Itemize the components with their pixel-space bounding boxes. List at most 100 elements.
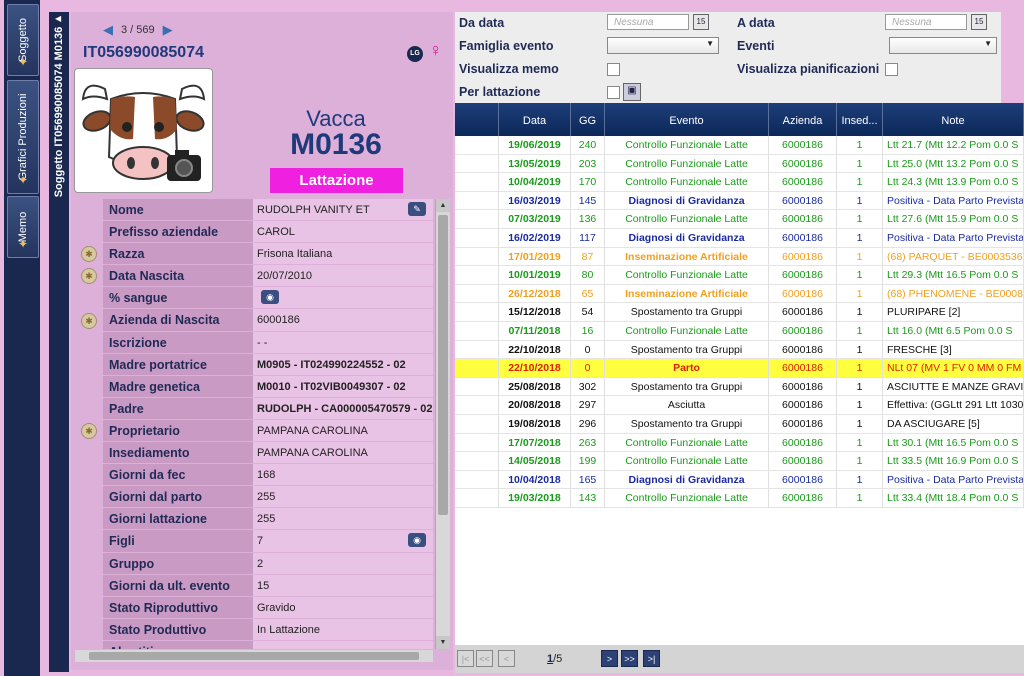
vitruvian-icon[interactable]: ✱ — [81, 268, 97, 285]
row-select-cell[interactable] — [455, 247, 499, 266]
col-header-note[interactable]: Note — [883, 103, 1024, 136]
collapse-arrow-icon[interactable]: ◀ — [55, 14, 61, 23]
edit-icon[interactable]: ✎ — [408, 202, 426, 216]
lattazione-checkbox[interactable] — [607, 86, 620, 99]
row-select-cell[interactable] — [455, 377, 499, 396]
table-row[interactable]: 14/05/2018 199 Controllo Funzionale Latte 6… — [455, 452, 1024, 471]
cell-gg: 117 — [571, 228, 605, 247]
tab-grafici-produzioni[interactable]: Grafici Produzioni ✦ — [7, 80, 39, 194]
property-row: Stato Produttivo In Lattazione — [75, 618, 433, 641]
famiglia-select[interactable] — [607, 37, 719, 54]
tab-soggetto[interactable]: Soggetto ✦ — [7, 4, 39, 76]
memo-checkbox[interactable] — [607, 63, 620, 76]
scroll-thumb[interactable] — [438, 215, 448, 515]
table-row[interactable]: 19/06/2019 240 Controllo Funzionale Latte 6… — [455, 136, 1024, 155]
table-row[interactable]: 19/08/2018 296 Spostamento tra Gruppi 60001… — [455, 414, 1024, 434]
table-row[interactable]: 15/12/2018 54 Spostamento tra Gruppi 600018… — [455, 303, 1024, 322]
eye-icon[interactable]: ◉ — [261, 290, 279, 305]
cow-photo[interactable] — [74, 68, 213, 193]
cell-note: ASCIUTTE E MANZE GRAVIDE — [883, 377, 1024, 396]
last-page-button[interactable]: >| — [643, 650, 660, 667]
pianificazioni-checkbox[interactable] — [885, 63, 898, 76]
table-row[interactable]: 25/08/2018 302 Spostamento tra Gruppi 60001… — [455, 377, 1024, 397]
table-row[interactable]: 22/10/2018 0 Parto 6000186 1 NLt 07 (MV 1 FV … — [455, 359, 1024, 378]
cell-gg: 203 — [571, 154, 605, 173]
table-row[interactable]: 07/03/2019 136 Controllo Funzionale Latte 6… — [455, 210, 1024, 229]
vitruvian-icon[interactable]: ✱ — [81, 246, 97, 263]
row-select-cell[interactable] — [455, 173, 499, 191]
calendar-icon[interactable]: 15 — [971, 14, 987, 30]
table-row[interactable]: 20/08/2018 297 Asciutta 6000186 1 Effettiva: … — [455, 396, 1024, 415]
col-header-gg[interactable]: GG — [571, 103, 605, 136]
eye-icon[interactable]: ◉ — [408, 533, 426, 548]
cell-azienda: 6000186 — [769, 136, 837, 154]
scroll-up-icon[interactable]: ▲ — [436, 199, 450, 212]
row-select-cell[interactable] — [455, 191, 499, 210]
table-row[interactable]: 10/01/2019 80 Controllo Funzionale Latte 60… — [455, 266, 1024, 285]
table-row[interactable]: 10/04/2019 170 Controllo Funzionale Latte 6… — [455, 173, 1024, 192]
table-row[interactable]: 13/05/2019 203 Controllo Funzionale Latte 6… — [455, 154, 1024, 174]
property-icon-cell: ✱ — [75, 309, 103, 331]
table-row[interactable]: 10/04/2018 165 Diagnosi di Gravidanza 60001… — [455, 470, 1024, 490]
table-row[interactable]: 22/10/2018 0 Spostamento tra Gruppi 6000186… — [455, 340, 1024, 360]
tab-memo[interactable]: Memo ✦ — [7, 196, 39, 258]
row-select-cell[interactable] — [455, 321, 499, 340]
row-select-cell[interactable] — [455, 266, 499, 284]
printer-icon[interactable]: ▣ — [623, 83, 641, 101]
row-select-cell[interactable] — [455, 396, 499, 414]
prev-page-button[interactable]: < — [498, 650, 515, 667]
property-label: Giorni lattazione — [103, 508, 253, 531]
property-value-text: 20/07/2010 — [257, 270, 313, 283]
table-row[interactable]: 19/03/2018 143 Controllo Funzionale Latte 6… — [455, 489, 1024, 508]
property-value-text: 255 — [257, 513, 276, 526]
row-select-cell[interactable] — [455, 136, 499, 154]
cell-data: 10/04/2019 — [499, 173, 571, 191]
properties-list: Nome RUDOLPH VANITY ET ✎ Prefisso aziendale… — [75, 199, 433, 649]
table-row[interactable]: 17/07/2018 263 Controllo Funzionale Latte 6… — [455, 433, 1024, 453]
next-record-icon[interactable]: ▶ — [163, 22, 173, 38]
row-select-cell[interactable] — [455, 210, 499, 228]
prev-block-button[interactable]: << — [476, 650, 493, 667]
table-row[interactable]: 07/11/2018 16 Controllo Funzionale Latte 60… — [455, 321, 1024, 341]
property-value: 168 — [253, 464, 433, 487]
a-data-input[interactable]: Nessuna — [885, 14, 967, 30]
property-icon-cell — [75, 398, 103, 420]
row-select-cell[interactable] — [455, 284, 499, 303]
next-block-button[interactable]: >> — [621, 650, 638, 667]
next-page-button[interactable]: > — [601, 650, 618, 667]
property-value: 6000186 — [253, 309, 433, 332]
row-select-cell[interactable] — [455, 154, 499, 173]
col-header-evento[interactable]: Evento — [605, 103, 769, 136]
prev-record-icon[interactable]: ◀ — [103, 22, 113, 38]
properties-hscrollbar[interactable] — [75, 650, 433, 662]
row-select-cell[interactable] — [455, 470, 499, 489]
table-row[interactable]: 26/12/2018 65 Inseminazione Artificiale 600… — [455, 284, 1024, 304]
property-value: M0010 - IT02VIB0049307 - 02 — [253, 375, 433, 398]
subject-title-strip[interactable]: ◀ Soggetto IT056990085074 M0136 — [49, 12, 69, 672]
vitruvian-icon[interactable]: ✱ — [81, 312, 97, 329]
table-row[interactable]: 16/03/2019 145 Diagnosi di Gravidanza 60001… — [455, 191, 1024, 211]
col-header-azienda[interactable]: Azienda — [769, 103, 837, 136]
row-select-cell[interactable] — [455, 414, 499, 433]
col-header-insed[interactable]: Insed... — [837, 103, 883, 136]
properties-vscrollbar[interactable]: ▲ ▼ — [435, 199, 450, 649]
row-select-cell[interactable] — [455, 340, 499, 359]
table-row[interactable]: 17/01/2019 87 Inseminazione Artificiale 600… — [455, 247, 1024, 267]
row-select-cell[interactable] — [455, 489, 499, 507]
hscroll-thumb[interactable] — [89, 652, 419, 660]
eventi-select[interactable] — [889, 37, 997, 54]
first-page-button[interactable]: |< — [457, 650, 474, 667]
row-select-cell[interactable] — [455, 433, 499, 452]
table-row[interactable]: 16/02/2019 117 Diagnosi di Gravidanza 60001… — [455, 228, 1024, 248]
row-select-cell[interactable] — [455, 303, 499, 321]
vitruvian-icon[interactable]: ✱ — [81, 422, 97, 439]
row-select-cell[interactable] — [455, 228, 499, 247]
col-header-select[interactable] — [455, 103, 499, 136]
row-select-cell[interactable] — [455, 452, 499, 470]
da-data-input[interactable]: Nessuna — [607, 14, 689, 30]
row-select-cell[interactable] — [455, 359, 499, 377]
scroll-down-icon[interactable]: ▼ — [436, 636, 450, 649]
calendar-icon[interactable]: 15 — [693, 14, 709, 30]
col-header-data[interactable]: Data — [499, 103, 571, 136]
property-value: PAMPANA CAROLINA — [253, 442, 433, 465]
